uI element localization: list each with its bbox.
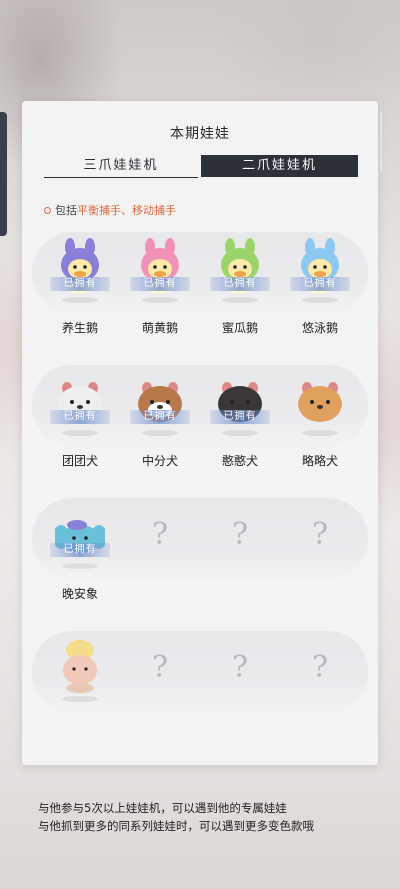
doll-shadow: [302, 430, 338, 436]
doll-slot[interactable]: 已拥有 团团犬: [40, 362, 120, 468]
doll-slot[interactable]: 已拥有 晚安象: [40, 495, 120, 601]
footer-tip-2: 与他抓到更多的同系列娃娃时，可以遇到更多变色款哦: [38, 819, 314, 833]
machine-tabs: 三爪娃娃机 二爪娃娃机: [44, 155, 358, 178]
panel-title: 本期娃娃: [170, 126, 230, 142]
owned-badge: 已拥有: [130, 410, 190, 424]
doll-slot[interactable]: 略略犬: [280, 362, 360, 468]
doll-slot[interactable]: ?: [120, 628, 200, 728]
doll-slot[interactable]: [40, 628, 120, 728]
doll-slot[interactable]: 已拥有 悠泳鹅: [280, 229, 360, 335]
doll-shadow: [62, 297, 98, 303]
doll-shadow: [302, 297, 338, 303]
bullet-icon: [44, 206, 51, 214]
side-drawer-handle[interactable]: [0, 112, 7, 236]
doll-slot[interactable]: 已拥有 养生鹅: [40, 229, 120, 335]
doll-shadow: [222, 430, 258, 436]
doll-name: 悠泳鹅: [301, 321, 338, 335]
doll-slot[interactable]: ?: [280, 495, 360, 595]
doll-slot[interactable]: 已拥有 憨憨犬: [200, 362, 280, 468]
tab-two-claw[interactable]: 二爪娃娃机: [201, 155, 358, 177]
tab-three-claw[interactable]: 三爪娃娃机: [44, 155, 198, 178]
doll-slot[interactable]: 已拥有 蜜瓜鹅: [200, 229, 280, 335]
note-highlight: 平衡捕手、移动捕手: [77, 204, 176, 217]
owned-badge: 已拥有: [210, 410, 270, 424]
owned-badge: 已拥有: [50, 410, 110, 424]
doll-shadow: [142, 430, 178, 436]
ice-cream-bear-icon: [55, 636, 105, 694]
question-mark-icon: ?: [311, 517, 329, 552]
doll-name: 萌黄鹅: [141, 321, 178, 335]
doll-shadow: [62, 696, 98, 702]
owned-badge: 已拥有: [50, 277, 110, 291]
question-mark-icon: ?: [311, 650, 329, 685]
doll-name: 团团犬: [61, 454, 98, 468]
owned-badge: 已拥有: [210, 277, 270, 291]
question-mark-icon: ?: [231, 517, 249, 552]
doll-slot[interactable]: 已拥有 萌黄鹅: [120, 229, 200, 335]
footer-tip-1: 与他参与5次以上娃娃机，可以遇到他的专属娃娃: [38, 801, 287, 815]
doll-name: 养生鹅: [61, 321, 98, 335]
included-modes-note: 包括平衡捕手、移动捕手: [44, 202, 176, 218]
doll-name: 晚安象: [61, 587, 98, 601]
owned-badge: 已拥有: [50, 543, 110, 557]
doll-slot[interactable]: ?: [280, 628, 360, 728]
question-mark-icon: ?: [231, 650, 249, 685]
doll-shadow: [62, 563, 98, 569]
orange-dog-icon: [295, 370, 345, 428]
doll-slot[interactable]: ?: [120, 495, 200, 595]
note-prefix: 包括: [55, 204, 77, 217]
doll-name: 蜜瓜鹅: [221, 321, 258, 335]
doll-shadow: [62, 430, 98, 436]
question-mark-icon: ?: [151, 517, 169, 552]
doll-name: 憨憨犬: [221, 454, 258, 468]
doll-slot[interactable]: ?: [200, 495, 280, 595]
doll-shadow: [142, 297, 178, 303]
footer-tips: 与他参与5次以上娃娃机，可以遇到他的专属娃娃 与他抓到更多的同系列娃娃时，可以遇…: [38, 799, 314, 835]
doll-shadow: [222, 297, 258, 303]
owned-badge: 已拥有: [130, 277, 190, 291]
doll-slot[interactable]: 已拥有 中分犬: [120, 362, 200, 468]
doll-slot[interactable]: ?: [200, 628, 280, 728]
doll-name: 中分犬: [141, 454, 178, 468]
owned-badge: 已拥有: [290, 277, 350, 291]
question-mark-icon: ?: [151, 650, 169, 685]
doll-name: 略略犬: [301, 454, 338, 468]
doll-panel: 本期娃娃 三爪娃娃机 二爪娃娃机 包括平衡捕手、移动捕手 已拥有 养生鹅 已拥有萌…: [22, 101, 382, 765]
